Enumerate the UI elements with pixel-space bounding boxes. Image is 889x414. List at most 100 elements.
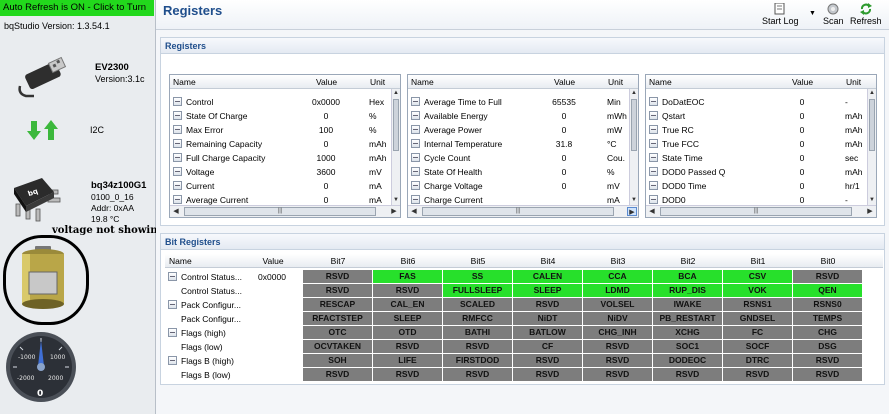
bit-cell[interactable]: BCA: [653, 270, 723, 283]
register-checkbox[interactable]: [649, 195, 658, 204]
bit-cell[interactable]: OTC: [303, 326, 373, 339]
register-checkbox[interactable]: [649, 181, 658, 190]
register-checkbox[interactable]: [411, 125, 420, 134]
bit-cell[interactable]: VOK: [723, 284, 793, 297]
register-checkbox[interactable]: [411, 181, 420, 190]
bit-cell[interactable]: RUP_DIS: [653, 284, 723, 297]
bit-cell[interactable]: BATLOW: [513, 326, 583, 339]
bit-cell[interactable]: DTRC: [723, 354, 793, 367]
scroll-thumb[interactable]: |||: [184, 207, 376, 216]
start-log-button[interactable]: Start Log: [762, 3, 799, 26]
register-row[interactable]: Charge Voltage 0 mV: [408, 179, 638, 193]
bit-cell[interactable]: SOCF: [723, 340, 793, 353]
bit-cell[interactable]: RSVD: [373, 340, 443, 353]
scroll-up-arrow[interactable]: ▲: [630, 89, 638, 98]
bit-register-row[interactable]: Pack Configur... RFACTSTEP SLEEP RMFCC NiDT N…: [165, 312, 883, 326]
bit-cell[interactable]: GNDSEL: [723, 312, 793, 325]
bit-cell[interactable]: RSVD: [303, 368, 373, 381]
scroll-thumb[interactable]: |||: [660, 207, 852, 216]
bit-cell[interactable]: SCALED: [443, 298, 513, 311]
scroll-right-arrow[interactable]: ▶: [865, 207, 875, 216]
register-checkbox[interactable]: [649, 167, 658, 176]
bit-register-row[interactable]: Pack Configur... RESCAP CAL_EN SCALED RSVD VO…: [165, 298, 883, 312]
bit-cell[interactable]: SLEEP: [513, 284, 583, 297]
scroll-left-arrow[interactable]: ◀: [409, 207, 419, 216]
column-header-unit[interactable]: Unit: [370, 77, 385, 87]
bit-cell[interactable]: OCVTAKEN: [303, 340, 373, 353]
bit-register-row[interactable]: Flags (high) OTC OTD BATHI BATLOW CHG_INH XCHG…: [165, 326, 883, 340]
register-row[interactable]: DOD0 Time 0 hr/1: [646, 179, 876, 193]
bit-cell[interactable]: RSVD: [583, 368, 653, 381]
scan-button[interactable]: Scan: [823, 3, 844, 26]
bit-cell[interactable]: CHG: [793, 326, 863, 339]
scroll-right-arrow[interactable]: ▶: [627, 207, 637, 216]
scroll-right-arrow[interactable]: ▶: [389, 207, 399, 216]
bit-cell[interactable]: FC: [723, 326, 793, 339]
bit-cell[interactable]: RSVD: [513, 298, 583, 311]
bit-cell[interactable]: RSNS1: [723, 298, 793, 311]
register-row[interactable]: State Of Charge 0%: [170, 109, 400, 123]
register-row[interactable]: Qstart 0 mAh: [646, 109, 876, 123]
horizontal-scrollbar[interactable]: ◀ ||| ▶: [646, 205, 876, 217]
register-row[interactable]: Full Charge Capacity 1000 mAh: [170, 151, 400, 165]
column-header-value[interactable]: Value: [554, 77, 575, 87]
scroll-left-arrow[interactable]: ◀: [647, 207, 657, 216]
bit-cell[interactable]: TEMPS: [793, 312, 863, 325]
bit-register-expand-checkbox[interactable]: [168, 272, 177, 281]
register-checkbox[interactable]: [173, 97, 182, 106]
bit-cell[interactable]: RSVD: [583, 340, 653, 353]
bit-cell[interactable]: CSV: [723, 270, 793, 283]
register-row[interactable]: Internal Temperature 31.8 °C: [408, 137, 638, 151]
scroll-up-arrow[interactable]: ▲: [868, 89, 876, 98]
vertical-scrollbar[interactable]: ▲ ▼: [867, 89, 876, 205]
bit-cell[interactable]: CF: [513, 340, 583, 353]
register-checkbox[interactable]: [649, 139, 658, 148]
bit-cell[interactable]: IWAKE: [653, 298, 723, 311]
auto-refresh-toggle[interactable]: Auto Refresh is ON - Click to Turn: [0, 0, 154, 16]
bit-cell[interactable]: RSVD: [373, 368, 443, 381]
vertical-scrollbar[interactable]: ▲ ▼: [629, 89, 638, 205]
bit-cell[interactable]: DODEOC: [653, 354, 723, 367]
bit-cell[interactable]: CCA: [583, 270, 653, 283]
bit-cell[interactable]: RSVD: [303, 284, 373, 297]
bit-register-expand-checkbox[interactable]: [168, 356, 177, 365]
bit-cell[interactable]: RSVD: [443, 340, 513, 353]
register-checkbox[interactable]: [173, 111, 182, 120]
bit-cell[interactable]: RSVD: [373, 284, 443, 297]
scroll-thumb[interactable]: [869, 99, 875, 151]
scroll-down-arrow[interactable]: ▼: [630, 196, 638, 205]
register-row[interactable]: Remaining Capacity 0 mAh: [170, 137, 400, 151]
bit-cell[interactable]: NiDT: [513, 312, 583, 325]
register-row[interactable]: State Time 0 sec: [646, 151, 876, 165]
scroll-thumb[interactable]: |||: [422, 207, 614, 216]
bit-cell[interactable]: XCHG: [653, 326, 723, 339]
bit-cell[interactable]: RSVD: [443, 368, 513, 381]
column-header-name[interactable]: Name: [649, 77, 672, 87]
bit-cell[interactable]: FIRSTDOD: [443, 354, 513, 367]
bit-cell[interactable]: RSVD: [793, 270, 863, 283]
register-checkbox[interactable]: [173, 167, 182, 176]
bit-cell[interactable]: LIFE: [373, 354, 443, 367]
bit-cell[interactable]: DSG: [793, 340, 863, 353]
column-header-name[interactable]: Name: [173, 77, 196, 87]
scroll-left-arrow[interactable]: ◀: [171, 207, 181, 216]
register-row[interactable]: Cycle Count 0 Cou.: [408, 151, 638, 165]
scroll-down-arrow[interactable]: ▼: [392, 196, 400, 205]
register-row[interactable]: DOD0 Passed Q 0 mAh: [646, 165, 876, 179]
bit-cell[interactable]: SS: [443, 270, 513, 283]
start-log-dropdown[interactable]: ▼: [809, 10, 816, 17]
column-header-unit[interactable]: Unit: [846, 77, 861, 87]
bit-cell[interactable]: RSVD: [793, 354, 863, 367]
bit-register-row[interactable]: Control Status... RSVD RSVD FULLSLEEP SLEEP L…: [165, 284, 883, 298]
bit-cell[interactable]: RSVD: [513, 368, 583, 381]
register-checkbox[interactable]: [173, 195, 182, 204]
scroll-down-arrow[interactable]: ▼: [868, 196, 876, 205]
register-row[interactable]: Max Error 100%: [170, 123, 400, 137]
register-row[interactable]: Current 0 mA: [170, 179, 400, 193]
bit-cell[interactable]: VOLSEL: [583, 298, 653, 311]
register-row[interactable]: Average Time to Full 65535 Min: [408, 95, 638, 109]
bit-cell[interactable]: RSVD: [723, 368, 793, 381]
horizontal-scrollbar[interactable]: ◀ ||| ▶: [170, 205, 400, 217]
bit-cell[interactable]: QEN: [793, 284, 863, 297]
bit-cell[interactable]: FAS: [373, 270, 443, 283]
